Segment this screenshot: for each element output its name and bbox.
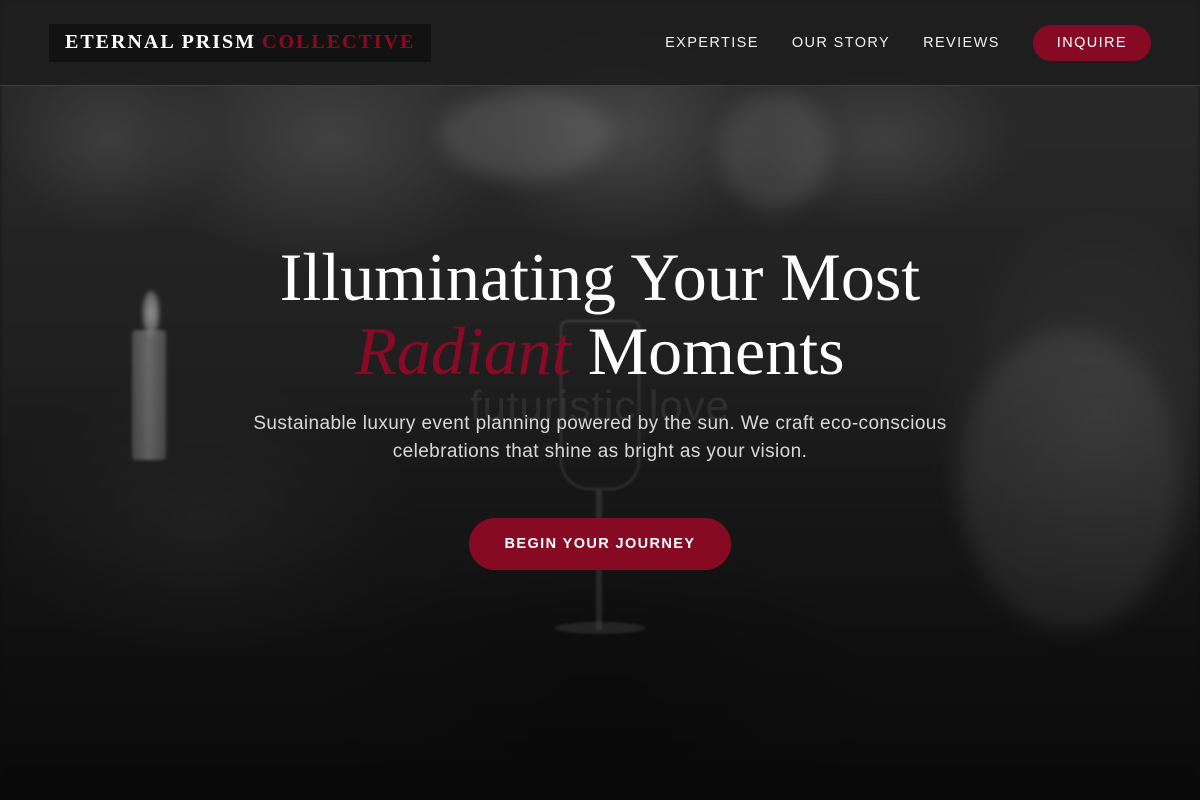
nav-link-expertise[interactable]: EXPERTISE: [665, 35, 759, 51]
inquire-button[interactable]: INQUIRE: [1032, 24, 1151, 61]
hero-title-line1: Illuminating Your Most: [279, 239, 921, 315]
nav-link-our-story[interactable]: OUR STORY: [792, 35, 890, 51]
nav-link-reviews[interactable]: REVIEWS: [923, 35, 1000, 51]
hero-title-line2: Moments: [587, 313, 845, 389]
site-header: ETERNAL PRISM COLLECTIVE EXPERTISE OUR S…: [0, 0, 1200, 86]
begin-journey-button[interactable]: BEGIN YOUR JOURNEY: [469, 518, 731, 570]
brand-name-primary: ETERNAL PRISM: [65, 31, 257, 53]
hero-title-highlight: Radiant: [355, 313, 571, 389]
hero-section: futuristic love Illuminating Your Most R…: [0, 240, 1200, 570]
main-nav: EXPERTISE OUR STORY REVIEWS INQUIRE: [632, 24, 1151, 61]
hero-title: Illuminating Your Most Radiant Moments: [0, 240, 1200, 388]
hero-subtitle: Sustainable luxury event planning powere…: [253, 413, 947, 462]
brand-name-accent: COLLECTIVE: [262, 31, 416, 53]
brand-logo[interactable]: ETERNAL PRISM COLLECTIVE: [49, 23, 432, 62]
